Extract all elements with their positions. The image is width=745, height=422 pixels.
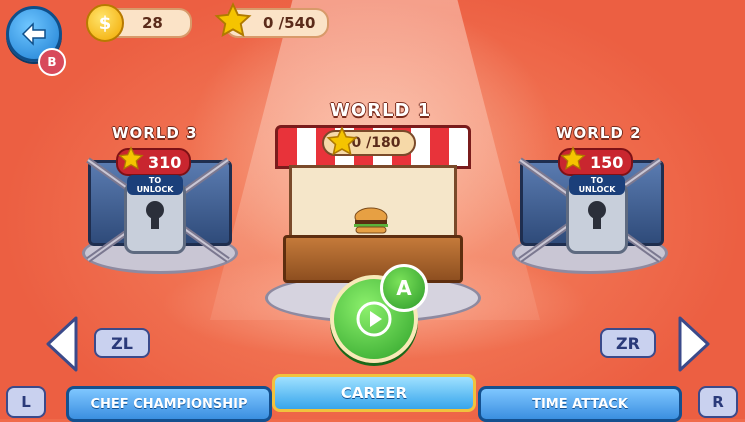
keyhole-icon: [146, 201, 164, 229]
zl-key[interactable]: ZL: [94, 328, 150, 358]
tab-time-attack[interactable]: TIME ATTACK: [478, 386, 682, 422]
tab-chef-championship[interactable]: CHEF CHAMPIONSHIP: [66, 386, 272, 422]
back-arrow-icon: [21, 22, 46, 46]
star-icon: [560, 146, 586, 170]
burger-icon: [354, 207, 388, 234]
tab-career-label: CAREER: [340, 384, 408, 402]
r-shoulder-key[interactable]: R: [698, 386, 738, 418]
keyhole-icon: [588, 201, 606, 229]
world-2-title: WORLD 2: [556, 124, 642, 142]
star-count: 0 /540: [263, 14, 316, 32]
world-2-lock-text: TO UNLOCK: [569, 175, 625, 195]
zr-key[interactable]: ZR: [600, 328, 656, 358]
world-1-progress-value: 0 /180: [351, 135, 401, 151]
coin-count: 28: [142, 14, 163, 32]
world-2-cost-value: 150: [590, 152, 624, 172]
star-icon: [214, 2, 252, 37]
play-icon: [356, 301, 392, 337]
a-key-badge: A: [380, 264, 428, 312]
world-3-cost-value: 310: [148, 152, 182, 172]
lock-icon: TO UNLOCK: [124, 175, 186, 254]
tab-time-attack-label: TIME ATTACK: [532, 396, 628, 412]
star-icon: [118, 146, 144, 170]
world-3-lock-text: TO UNLOCK: [127, 175, 183, 195]
world-3-title: WORLD 3: [112, 124, 198, 142]
star-icon: [326, 126, 358, 156]
right-arrow-icon[interactable]: [674, 314, 714, 374]
lock-icon: TO UNLOCK: [566, 175, 628, 254]
coin-icon: $: [86, 4, 124, 42]
world-1-title: WORLD 1: [330, 100, 432, 121]
tab-career[interactable]: CAREER: [272, 374, 476, 412]
left-arrow-icon[interactable]: [42, 314, 82, 374]
b-key-badge: B: [38, 48, 66, 76]
l-shoulder-key[interactable]: L: [6, 386, 46, 418]
tab-chef-championship-label: CHEF CHAMPIONSHIP: [90, 396, 248, 412]
